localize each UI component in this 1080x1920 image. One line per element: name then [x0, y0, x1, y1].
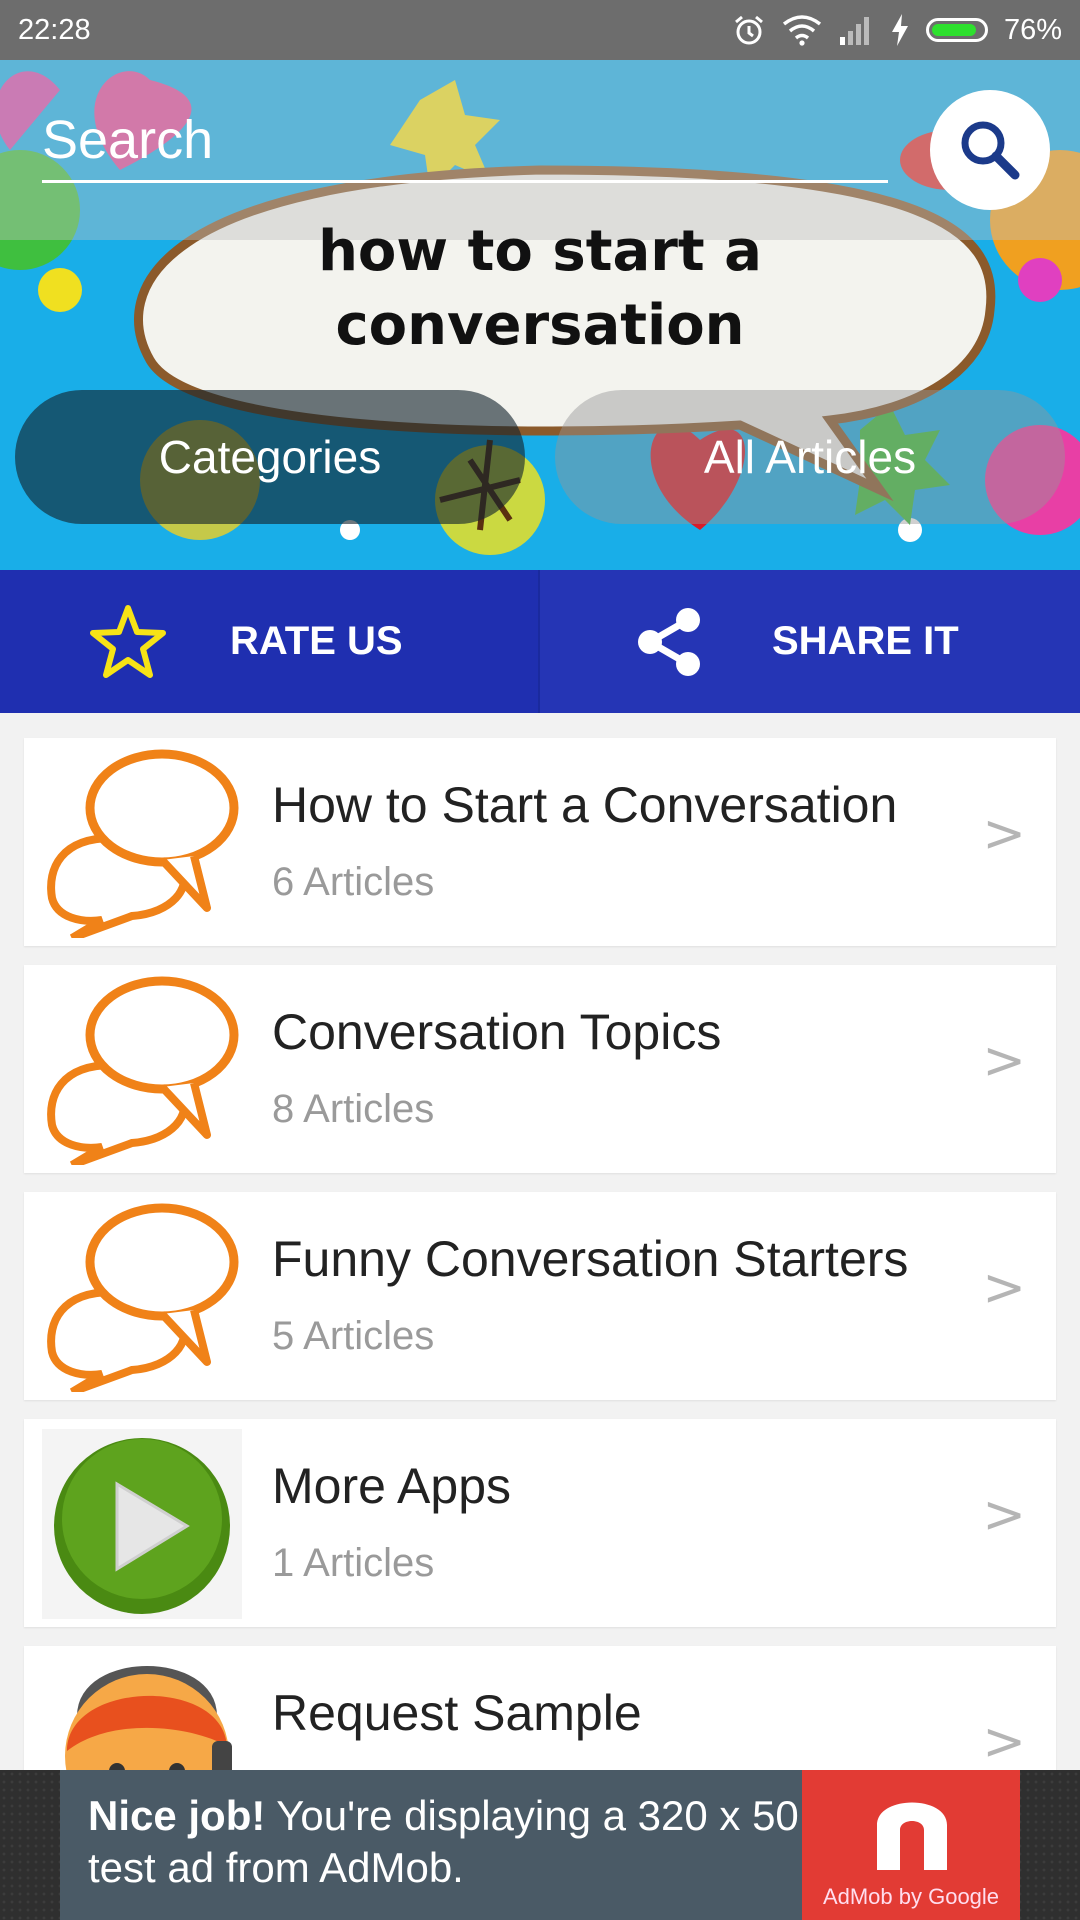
list-item-title: More Apps: [272, 1458, 512, 1514]
rate-us-label: RATE US: [230, 619, 403, 663]
chevron-right-icon: >: [982, 1031, 1026, 1091]
ad-text: Nice job! You're displaying a 320 x 50 t…: [88, 1790, 828, 1894]
search-input[interactable]: [42, 100, 888, 183]
speech-bubbles-icon: [42, 975, 242, 1169]
speech-bubbles-icon: [42, 1202, 242, 1396]
wifi-icon: [782, 15, 822, 46]
header-banner: how to start a conversation Categories A…: [0, 60, 1080, 570]
ad-container: Nice job! You're displaying a 320 x 50 t…: [0, 1770, 1080, 1920]
action-bar: RATE US SHARE IT: [0, 570, 1080, 713]
list-item[interactable]: Funny Conversation Starters 5 Articles >: [24, 1192, 1056, 1400]
categories-button[interactable]: Categories: [15, 390, 525, 524]
ad-brand: AdMob by Google: [822, 1884, 1000, 1909]
share-icon: [630, 602, 710, 682]
list-item-count: 6 Articles: [272, 860, 435, 904]
list-item-title: How to Start a Conversation: [272, 777, 898, 833]
charging-icon: [891, 14, 908, 46]
star-icon: [88, 602, 168, 682]
all-articles-button[interactable]: All Articles: [555, 390, 1065, 524]
all-articles-label: All Articles: [703, 431, 917, 483]
list-item-count: 8 Articles: [272, 1087, 435, 1131]
chevron-right-icon: >: [982, 1712, 1026, 1772]
search-button[interactable]: [930, 90, 1050, 210]
chevron-right-icon: >: [982, 1485, 1026, 1545]
list-item[interactable]: More Apps 1 Articles >: [24, 1419, 1056, 1627]
alarm-icon: [734, 15, 763, 45]
signal-icon: [839, 17, 869, 45]
list-item-count: 1 Articles: [272, 1541, 435, 1585]
list-item-title: Request Sample: [272, 1685, 642, 1741]
rate-us-button[interactable]: RATE US: [0, 570, 538, 713]
status-time: 22:28: [18, 13, 91, 46]
admob-logo: AdMob by Google: [802, 1770, 1020, 1920]
list-item-count: 5 Articles: [272, 1314, 435, 1358]
battery-percent: 76%: [1003, 13, 1062, 46]
list-item[interactable]: Conversation Topics 8 Articles >: [24, 965, 1056, 1173]
status-icons: 76%: [732, 13, 1062, 47]
categories-label: Categories: [158, 431, 382, 483]
chevron-right-icon: >: [982, 804, 1026, 864]
share-it-button[interactable]: SHARE IT: [538, 570, 1080, 713]
banner-title-line1: how to start a: [318, 219, 762, 284]
banner-title: how to start a conversation: [190, 215, 890, 363]
share-it-label: SHARE IT: [772, 619, 959, 663]
battery-icon: [925, 18, 988, 42]
ad-text-bold: Nice job!: [88, 1792, 266, 1839]
chevron-right-icon: >: [982, 1258, 1026, 1318]
admob-test-ad[interactable]: Nice job! You're displaying a 320 x 50 t…: [60, 1770, 1020, 1920]
admob-logo-icon: [877, 1802, 947, 1870]
speech-bubbles-icon: [42, 748, 242, 942]
list-item-title: Funny Conversation Starters: [272, 1231, 909, 1287]
play-icon: [42, 1429, 242, 1619]
status-bar: 22:28 76%: [0, 0, 1080, 60]
list-item[interactable]: How to Start a Conversation 6 Articles >: [24, 738, 1056, 946]
search-icon: [961, 121, 1020, 180]
list-item-title: Conversation Topics: [272, 1004, 722, 1060]
banner-title-line2: conversation: [335, 293, 745, 358]
